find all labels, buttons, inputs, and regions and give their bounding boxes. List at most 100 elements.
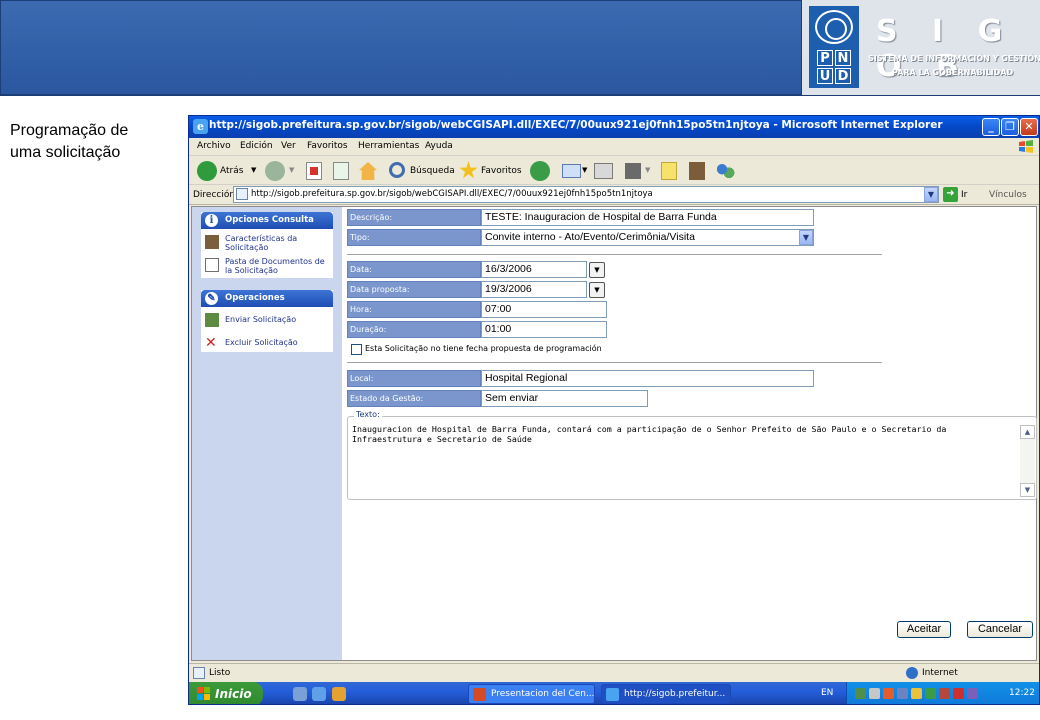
tray-icon[interactable] (883, 688, 894, 699)
date-picker-icon[interactable]: ▼ (589, 262, 605, 278)
go-button[interactable]: Ir (961, 190, 967, 200)
forward-dropdown-icon[interactable]: ▼ (289, 166, 294, 174)
toolbar: Atrás ▼ ▼ Búsqueda Favoritos ▼ ▼ (189, 157, 1039, 185)
links-button[interactable]: Vínculos (989, 190, 1027, 200)
close-button[interactable]: ✕ (1020, 118, 1038, 136)
menu-edicion[interactable]: Edición (240, 141, 273, 151)
language-indicator[interactable]: EN (821, 688, 833, 698)
texto-label: Texto: (354, 410, 382, 419)
menu-herramientas[interactable]: Herramientas (358, 141, 419, 151)
no-date-checkbox-label: Esta Solicitação no tiene fecha propuest… (365, 344, 602, 353)
menu-archivo[interactable]: Archivo (197, 141, 231, 151)
stop-icon[interactable] (306, 162, 322, 180)
sigob-title: S I G O B (876, 14, 1015, 84)
texto-textarea[interactable]: Inauguracion de Hospital de Barra Funda,… (352, 424, 1020, 490)
pnud-letter: U (817, 68, 833, 84)
data-proposta-field[interactable]: 19/3/2006 (481, 281, 587, 298)
estado-label: Estado da Gestão: (347, 390, 481, 407)
tray-icon[interactable] (967, 688, 978, 699)
data-field[interactable]: 16/3/2006 (481, 261, 587, 278)
address-bar: Dirección http://sigob.prefeitura.sp.gov… (189, 185, 1039, 205)
clock: 12:22 (1009, 688, 1035, 698)
sidebar-item-caracteristicas[interactable]: Características da Solicitação (225, 234, 333, 252)
tray-icon[interactable] (855, 688, 866, 699)
history-icon[interactable] (530, 161, 550, 181)
tray-icon[interactable] (897, 688, 908, 699)
sidebar: i Opciones Consulta Características da S… (192, 207, 342, 660)
scroll-up-icon[interactable]: ▲ (1020, 425, 1035, 439)
browser-window: e http://sigob.prefeitura.sp.gov.br/sigo… (188, 115, 1040, 705)
scroll-down-icon[interactable]: ▼ (1020, 483, 1035, 497)
sidebar-item-excluir[interactable]: Excluir Solicitação (225, 338, 333, 347)
menu-bar: Archivo Edición Ver Favoritos Herramient… (189, 138, 1039, 156)
tray-icon[interactable] (911, 688, 922, 699)
back-button[interactable]: Atrás (220, 166, 243, 176)
quicklaunch-icon[interactable] (332, 687, 346, 701)
search-button[interactable]: Búsqueda (410, 166, 455, 176)
menu-favoritos[interactable]: Favoritos (307, 141, 348, 151)
quicklaunch-icon[interactable] (293, 687, 307, 701)
address-input[interactable]: http://sigob.prefeitura.sp.gov.br/sigob/… (233, 186, 939, 203)
tray-icon[interactable] (939, 688, 950, 699)
back-icon[interactable] (197, 161, 217, 181)
sigob-subtitle: PARA LA GOBERNABILIDAD (892, 68, 1014, 77)
no-date-checkbox[interactable] (351, 344, 362, 355)
tray-icon[interactable] (953, 688, 964, 699)
consulta-panel: i Opciones Consulta Características da S… (201, 212, 333, 278)
pnud-letter: N (835, 50, 851, 66)
tipo-select[interactable]: Convite interno - Ato/Evento/Cerimônia/V… (481, 229, 814, 246)
mail-dropdown-icon[interactable]: ▼ (582, 166, 587, 174)
browser-titlebar[interactable]: e http://sigob.prefeitura.sp.gov.br/sigo… (189, 116, 1039, 138)
task-label: Presentacion del Cen... (491, 689, 595, 699)
sigob-subtitle: SISTEMA DE INFORMACIÓN Y GESTIÓN (868, 54, 1040, 63)
descricao-field[interactable]: TESTE: Inauguracion de Hospital de Barra… (481, 209, 814, 226)
discuss-icon[interactable] (661, 162, 677, 180)
menu-ver[interactable]: Ver (281, 141, 296, 151)
accept-button[interactable]: Aceitar (897, 621, 951, 638)
case-icon (205, 235, 219, 249)
edit-dropdown-icon[interactable]: ▼ (645, 166, 650, 174)
sidebar-item-pasta[interactable]: Pasta de Documentos de la Solicitação (225, 257, 333, 275)
search-icon[interactable] (389, 162, 405, 178)
home-icon[interactable] (359, 162, 377, 180)
hora-field[interactable]: 07:00 (481, 301, 607, 318)
mail-icon[interactable] (562, 164, 581, 178)
chevron-down-icon[interactable]: ▼ (799, 230, 813, 245)
address-dropdown-icon[interactable]: ▼ (924, 187, 938, 202)
refresh-icon[interactable] (333, 162, 349, 180)
maximize-button[interactable]: ❐ (1001, 118, 1019, 136)
windows-flag-icon (197, 687, 210, 700)
back-dropdown-icon[interactable]: ▼ (251, 166, 256, 174)
messenger-icon[interactable] (715, 162, 735, 180)
date-picker-icon[interactable]: ▼ (589, 282, 605, 298)
edit-icon[interactable] (625, 163, 641, 179)
divider (347, 254, 882, 256)
tray-icon[interactable] (869, 688, 880, 699)
menu-ayuda[interactable]: Ayuda (425, 141, 453, 151)
print-icon[interactable] (594, 163, 613, 179)
quicklaunch-icon[interactable] (312, 687, 326, 701)
forward-icon[interactable] (265, 161, 285, 181)
windows-logo-icon (1019, 140, 1033, 153)
go-arrow-icon[interactable]: ➜ (943, 187, 958, 202)
local-field[interactable]: Hospital Regional (481, 370, 814, 387)
operations-icon: ✎ (205, 292, 218, 305)
task-label: http://sigob.prefeitur... (624, 689, 726, 699)
pnud-letter: D (835, 68, 851, 84)
research-icon[interactable] (689, 162, 705, 180)
duracao-field[interactable]: 01:00 (481, 321, 607, 338)
minimize-button[interactable]: _ (982, 118, 1000, 136)
document-icon (205, 258, 219, 272)
texto-scrollbar[interactable]: ▲ ▼ (1020, 425, 1035, 497)
tray-icon[interactable] (925, 688, 936, 699)
task-presentacion[interactable]: Presentacion del Cen... (468, 684, 595, 704)
tipo-label: Tipo: (347, 229, 481, 246)
favorites-icon[interactable] (459, 161, 478, 179)
task-browser[interactable]: http://sigob.prefeitur... (601, 684, 731, 704)
page-status-icon (193, 667, 205, 679)
operaciones-panel-header: ✎ Operaciones (201, 290, 333, 307)
operaciones-panel: ✎ Operaciones Enviar Solicitação ✕ Exclu… (201, 290, 333, 352)
favorites-button[interactable]: Favoritos (481, 166, 522, 176)
sidebar-item-enviar[interactable]: Enviar Solicitação (225, 315, 333, 324)
cancel-button[interactable]: Cancelar (967, 621, 1033, 638)
